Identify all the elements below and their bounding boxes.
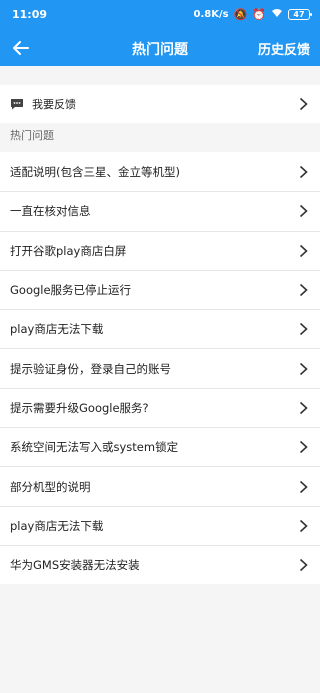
- alarm-icon: ⏰: [252, 7, 266, 21]
- list-item-label: 提示验证身份，登录自己的账号: [10, 361, 171, 376]
- list-item-label: 一直在核对信息: [10, 204, 91, 219]
- wifi-icon: [271, 8, 283, 20]
- chevron-right-icon: [299, 283, 308, 297]
- status-time: 11:09: [12, 8, 48, 21]
- chevron-right-icon: [299, 97, 308, 111]
- question-list: 适配说明(包含三星、金立等机型) 一直在核对信息打开谷歌play商店白屏 Googl…: [0, 152, 320, 585]
- list-item[interactable]: 提示验证身份，登录自己的账号: [0, 348, 320, 387]
- history-feedback-button[interactable]: 历史反馈: [258, 39, 310, 58]
- list-item[interactable]: 华为GMS安装器无法安装: [0, 544, 320, 584]
- chevron-right-icon: [299, 441, 308, 454]
- chevron-right-icon: [299, 362, 308, 375]
- list-item-label: 适配说明(包含三星、金立等机型): [10, 164, 180, 179]
- list-item-label: 华为GMS安装器无法安装: [10, 558, 140, 573]
- list-item-label: 系统空间无法写入或system锁定: [10, 440, 179, 455]
- list-item[interactable]: 部分机型的说明: [0, 466, 320, 505]
- chevron-right-icon: [299, 244, 308, 257]
- chat-icon: [11, 99, 23, 110]
- list-item[interactable]: play商店无法下载: [0, 505, 320, 545]
- feedback-row[interactable]: 我要反馈: [0, 85, 320, 123]
- chevron-right-icon: [299, 519, 308, 532]
- list-item[interactable]: Google服务已停止运行: [0, 269, 320, 309]
- chevron-right-icon: [299, 205, 308, 218]
- list-item-label: play商店无法下载: [10, 322, 104, 337]
- list-item[interactable]: 一直在核对信息: [0, 191, 320, 230]
- list-item[interactable]: 打开谷歌play商店白屏: [0, 230, 320, 270]
- chevron-right-icon: [299, 323, 308, 336]
- content-area: 我要反馈 热门问题 适配说明(包含三星、金立等机型) 一直在核对信息打开谷歌pla…: [0, 66, 320, 693]
- list-item-label: 打开谷歌play商店白屏: [10, 243, 127, 258]
- network-speed: 0.8K/s: [193, 8, 229, 20]
- list-item[interactable]: 提示需要升级Google服务?: [0, 387, 320, 427]
- feedback-label: 我要反馈: [32, 98, 76, 111]
- list-item[interactable]: 系统空间无法写入或system锁定: [0, 427, 320, 466]
- chevron-right-icon: [299, 480, 308, 493]
- status-icons: 0.8K/s 🔕 ⏰ 47: [193, 7, 312, 21]
- mute-icon: 🔕: [233, 7, 248, 21]
- section-header: 热门问题: [10, 129, 54, 142]
- list-item-label: 部分机型的说明: [10, 479, 91, 494]
- list-item-label: play商店无法下载: [10, 518, 104, 533]
- chevron-right-icon: [299, 165, 308, 178]
- app-bar: 热门问题 历史反馈: [0, 30, 320, 66]
- chevron-right-icon: [299, 559, 308, 572]
- list-item[interactable]: play商店无法下载: [0, 309, 320, 348]
- list-item[interactable]: 适配说明(包含三星、金立等机型): [0, 152, 320, 191]
- status-bar: 11:09 0.8K/s 🔕 ⏰ 47: [0, 0, 320, 30]
- list-item-label: Google服务已停止运行: [10, 283, 132, 298]
- chevron-right-icon: [299, 401, 308, 415]
- battery-icon: 47: [288, 8, 312, 20]
- list-item-label: 提示需要升级Google服务?: [10, 400, 149, 415]
